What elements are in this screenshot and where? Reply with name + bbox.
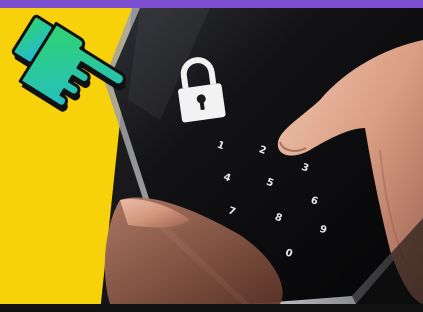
bottom-bar — [0, 304, 423, 312]
phone-unlock-photo: 1 2 3 4 5 6 7 8 9 0 — [0, 8, 423, 312]
ad-banner: 1 2 3 4 5 6 7 8 9 0 — [0, 0, 423, 312]
